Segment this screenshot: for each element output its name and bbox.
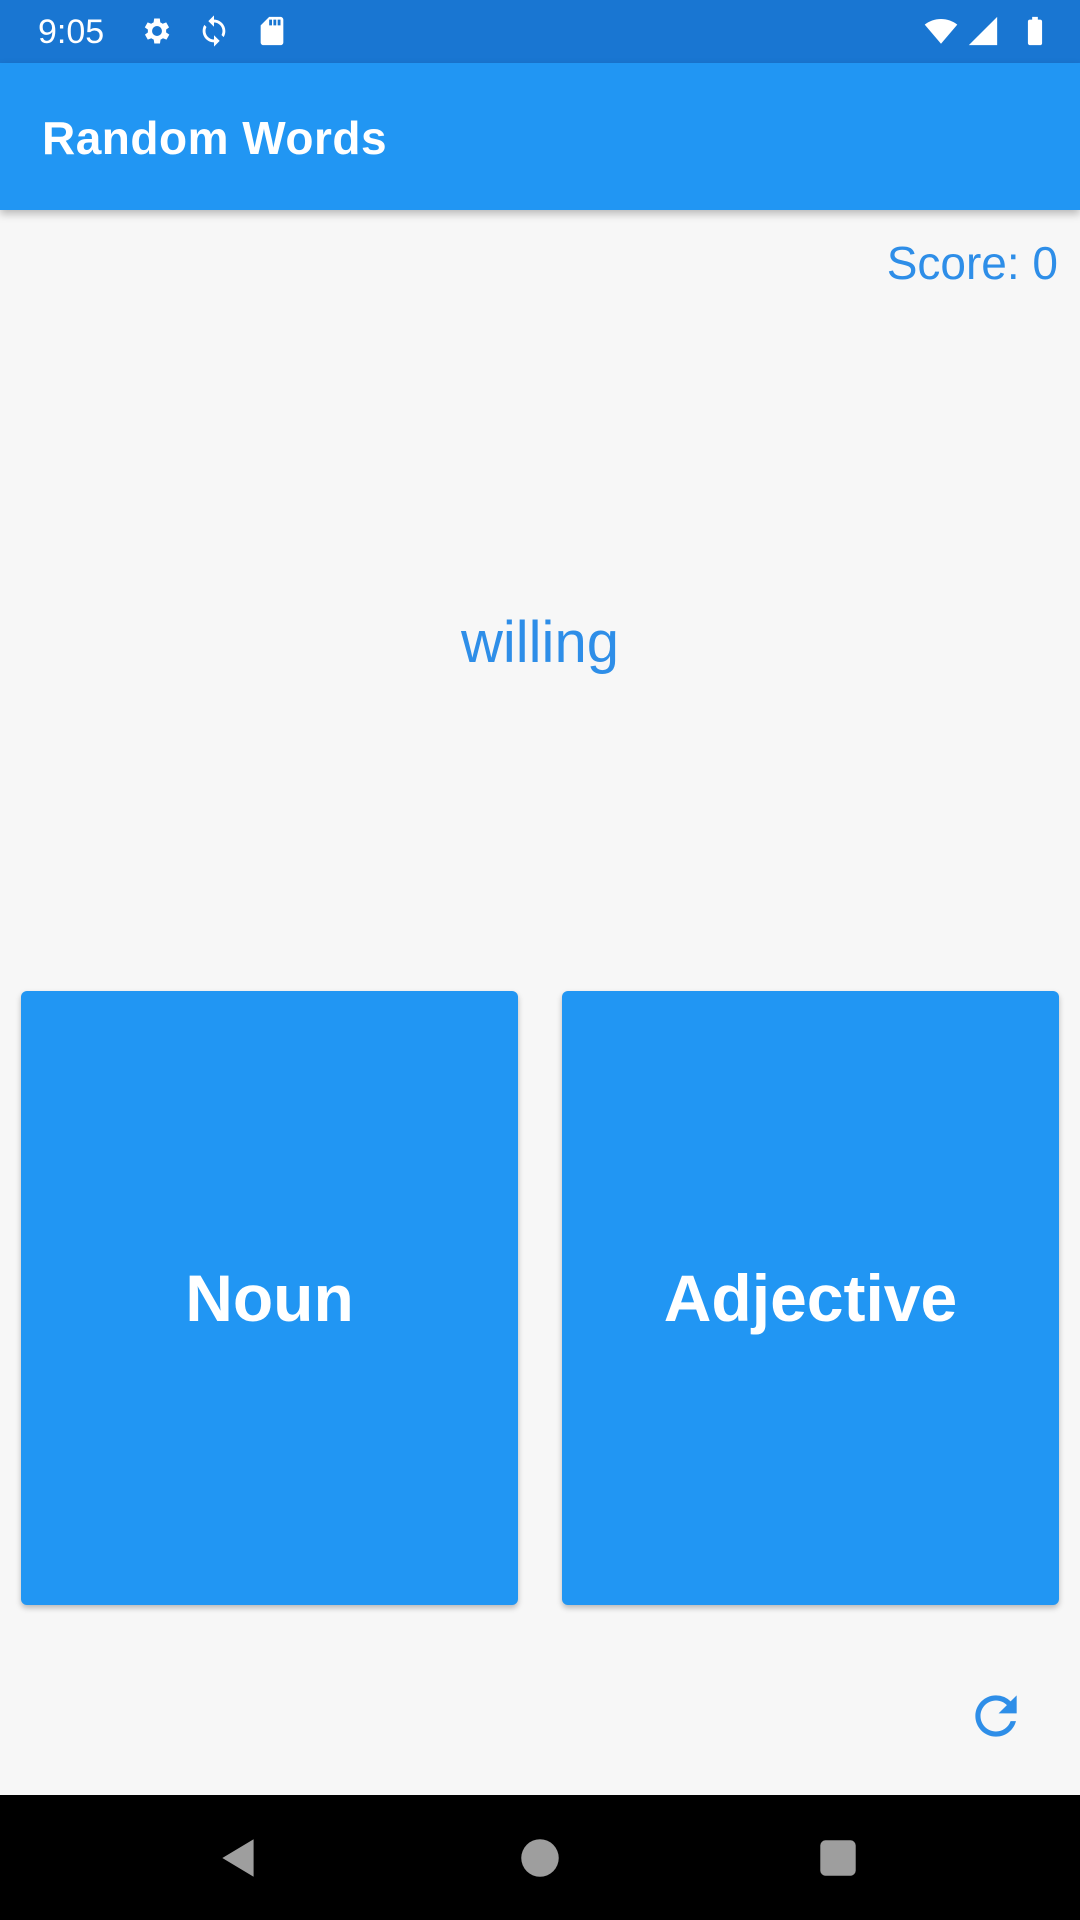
score-label: Score: 0 <box>886 237 1058 289</box>
back-icon[interactable] <box>214 1833 264 1883</box>
adjective-button[interactable]: Adjective <box>562 991 1059 1605</box>
adjective-button-label: Adjective <box>663 1261 958 1335</box>
app-bar: Random Words <box>0 63 1080 210</box>
sync-icon <box>197 14 231 48</box>
battery-icon <box>1018 14 1052 48</box>
home-icon[interactable] <box>515 1833 565 1883</box>
app-title: Random Words <box>42 112 388 164</box>
refresh-icon <box>975 1695 1017 1737</box>
screen: 9:05 Random Words Score: 0 willing Noun … <box>0 0 1080 1920</box>
current-word: willing <box>461 610 619 675</box>
status-bar: 9:05 <box>0 0 1080 63</box>
navigation-bar <box>0 1795 1080 1920</box>
signal-icon <box>966 14 1000 48</box>
noun-button[interactable]: Noun <box>21 991 518 1605</box>
status-time: 9:05 <box>38 13 105 51</box>
noun-button-label: Noun <box>185 1261 354 1335</box>
wifi-icon <box>924 14 958 48</box>
sd-card-icon <box>255 14 289 48</box>
recents-icon[interactable] <box>813 1833 863 1883</box>
settings-icon <box>140 14 174 48</box>
refresh-button[interactable] <box>960 1680 1032 1752</box>
